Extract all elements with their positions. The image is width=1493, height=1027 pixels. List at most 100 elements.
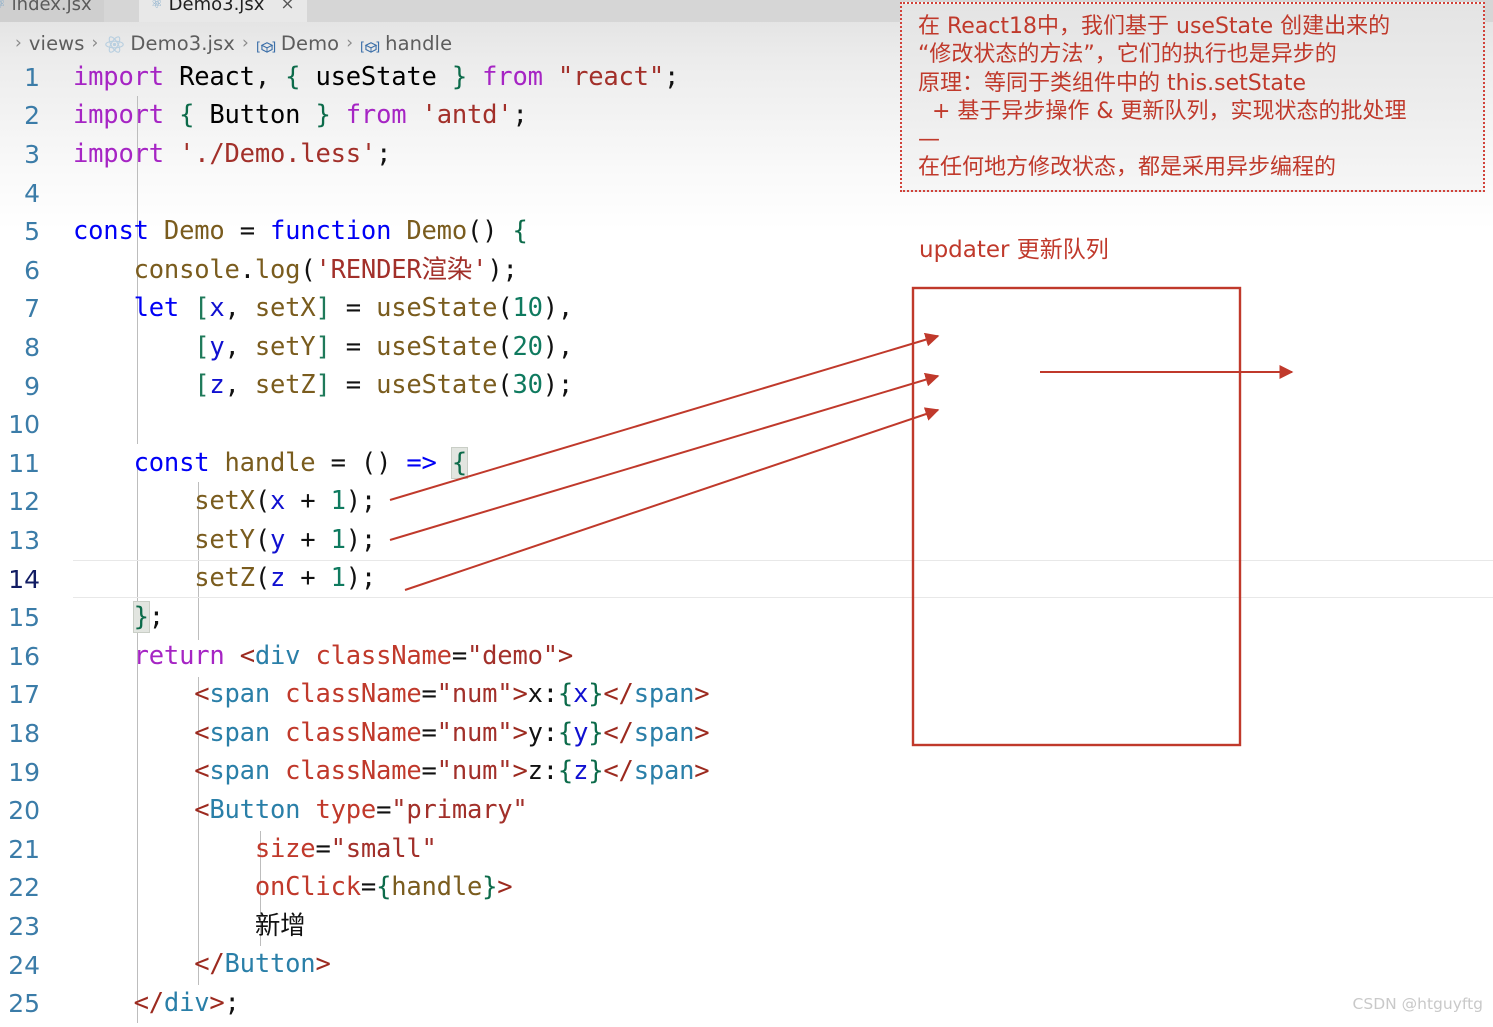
code-line[interactable]: 23 新增 <box>0 907 1493 946</box>
tab-demo3-jsx[interactable]: ⚛ Demo3.jsx × <box>139 0 307 22</box>
code-line[interactable]: 20 <Button type="primary" <box>0 791 1493 830</box>
line-number: 16 <box>8 641 40 671</box>
line-number: 4 <box>24 178 40 208</box>
line-content: }; <box>132 600 164 633</box>
tab-index-jsx[interactable]: ⚛ index.jsx <box>0 0 104 22</box>
line-number: 9 <box>24 371 40 401</box>
line-content: onClick={handle}> <box>254 872 513 903</box>
annotation-line: “修改状态的方法”，它们的执行也是异步的 <box>918 42 1337 68</box>
code-line[interactable]: 22 onClick={handle}> <box>0 869 1493 908</box>
code-line[interactable]: 9 [z, setZ] = useState(30); <box>0 367 1493 406</box>
line-content: setX(x + 1); <box>194 486 377 517</box>
line-number: 19 <box>8 757 40 787</box>
line-content: </div>; <box>133 987 240 1018</box>
line-number: 11 <box>8 448 40 478</box>
breadcrumb-separator: › <box>346 33 354 53</box>
line-content: <Button type="primary" <box>194 794 528 825</box>
line-content: setZ(z + 1); <box>194 563 377 594</box>
line-number: 18 <box>8 718 40 748</box>
updater-queue-label: updater 更新队列 <box>919 237 1109 263</box>
line-number: 1 <box>24 62 40 92</box>
breadcrumb-separator: › <box>91 33 99 53</box>
close-icon[interactable]: × <box>280 0 294 14</box>
svg-text:[: [ <box>360 39 365 54</box>
breadcrumb-item-demo[interactable]: Demo <box>281 32 339 55</box>
code-line[interactable]: 10 <box>0 405 1493 444</box>
line-content: <span className="num">z:{z}</span> <box>194 756 710 787</box>
line-number: 22 <box>8 873 40 903</box>
line-number: 6 <box>24 255 40 285</box>
code-line[interactable]: 24 </Button> <box>0 946 1493 985</box>
code-line[interactable]: 25 </div>; <box>0 984 1493 1023</box>
code-line[interactable]: 15 }; <box>0 598 1493 637</box>
line-content: setY(y + 1); <box>194 524 377 555</box>
annotation-line: 在 React18中，我们基于 useState 创建出来的 <box>918 14 1391 39</box>
line-content: console.log('RENDER渲染'); <box>133 254 518 285</box>
breadcrumb-separator: › <box>15 33 22 53</box>
line-number: 15 <box>8 603 40 633</box>
code-line[interactable]: 21 size="small" <box>0 830 1493 869</box>
react-icon <box>105 35 125 54</box>
line-content: import React, { useState } from "react"; <box>73 61 680 92</box>
screenshot-root: ⚛ index.jsx ⚛ Demo3.jsx × › views › Demo… <box>0 0 1493 1027</box>
tab-label: index.jsx <box>11 0 92 15</box>
line-number: 20 <box>8 796 40 826</box>
annotation-note: 在 React18中，我们基于 useState 创建出来的 “修改状态的方法”… <box>900 2 1485 192</box>
line-number: 25 <box>8 989 40 1019</box>
line-number: 13 <box>8 525 40 555</box>
line-content: size="small" <box>254 833 437 864</box>
code-editor[interactable]: 1 import React, { useState } from "react… <box>0 58 1493 1027</box>
breadcrumb-item-views[interactable]: views <box>29 32 85 55</box>
line-number: 12 <box>8 487 40 517</box>
code-line[interactable]: 11 const handle = () => { <box>0 444 1493 483</box>
code-line[interactable]: 8 [y, setY] = useState(20), <box>0 328 1493 367</box>
tab-label: Demo3.jsx <box>168 0 265 15</box>
line-content: import { Button } from 'antd'; <box>73 100 528 131</box>
code-line[interactable]: 6 console.log('RENDER渲染'); <box>0 251 1493 290</box>
line-number: 23 <box>8 911 40 941</box>
line-number: 2 <box>24 101 40 131</box>
method-cube-icon: [ ] <box>256 37 276 54</box>
line-content: const handle = () => { <box>133 446 469 479</box>
line-content: </Button> <box>194 949 331 980</box>
annotation-line: — <box>918 127 940 153</box>
line-content: import './Demo.less'; <box>73 138 392 169</box>
code-line[interactable]: 5 const Demo = function Demo() { <box>0 212 1493 251</box>
line-number: 21 <box>8 834 40 864</box>
line-number: 3 <box>24 139 40 169</box>
code-line[interactable]: 7 let [x, setX] = useState(10), <box>0 290 1493 329</box>
line-content: <span className="num">y:{y}</span> <box>194 717 710 748</box>
line-number: 8 <box>24 332 40 362</box>
method-cube-icon: [ ] <box>360 37 380 54</box>
line-number: 7 <box>24 294 40 324</box>
line-number: 14 <box>8 564 40 594</box>
react-icon: ⚛ <box>0 0 6 11</box>
line-content: let [x, setX] = useState(10), <box>133 293 574 324</box>
code-line[interactable]: 12 setX(x + 1); <box>0 483 1493 522</box>
code-line[interactable]: 13 setY(y + 1); <box>0 521 1493 560</box>
code-line[interactable]: 19 <span className="num">z:{z}</span> <box>0 753 1493 792</box>
code-line[interactable]: 18 <span className="num">y:{y}</span> <box>0 714 1493 753</box>
code-line[interactable]: 16 return <div className="demo"> <box>0 637 1493 676</box>
line-number: 5 <box>24 217 40 247</box>
breadcrumb-item-demo3[interactable]: Demo3.jsx <box>130 32 235 55</box>
line-number: 24 <box>8 950 40 980</box>
annotation-line: 在任何地方修改状态，都是采用异步编程的 <box>918 155 1337 181</box>
breadcrumb: › views › Demo3.jsx › [ ] Demo › [] han… <box>8 27 452 59</box>
breadcrumb-separator: › <box>241 33 249 53</box>
line-content: 新增 <box>254 910 306 941</box>
code-line[interactable]: 17 <span className="num">x:{x}</span> <box>0 676 1493 715</box>
annotation-line: + 基于异步操作 & 更新队列，实现状态的批处理 <box>918 98 1407 124</box>
line-content: <span className="num">x:{x}</span> <box>194 679 710 710</box>
code-line-active[interactable]: 14 setZ(z + 1); <box>0 559 1493 599</box>
line-content: const Demo = function Demo() { <box>73 215 528 246</box>
react-icon: ⚛ <box>151 0 163 12</box>
watermark: CSDN @htguyftg <box>1352 995 1483 1013</box>
breadcrumb-item-handle[interactable]: handle <box>385 32 452 55</box>
line-number: 17 <box>8 680 40 710</box>
line-content: [z, setZ] = useState(30); <box>194 370 574 401</box>
svg-text:[: [ <box>256 39 261 54</box>
line-number: 10 <box>8 410 40 440</box>
line-content: return <div className="demo"> <box>133 640 574 671</box>
annotation-line: 原理：等同于类组件中的 this.setState <box>918 70 1306 96</box>
